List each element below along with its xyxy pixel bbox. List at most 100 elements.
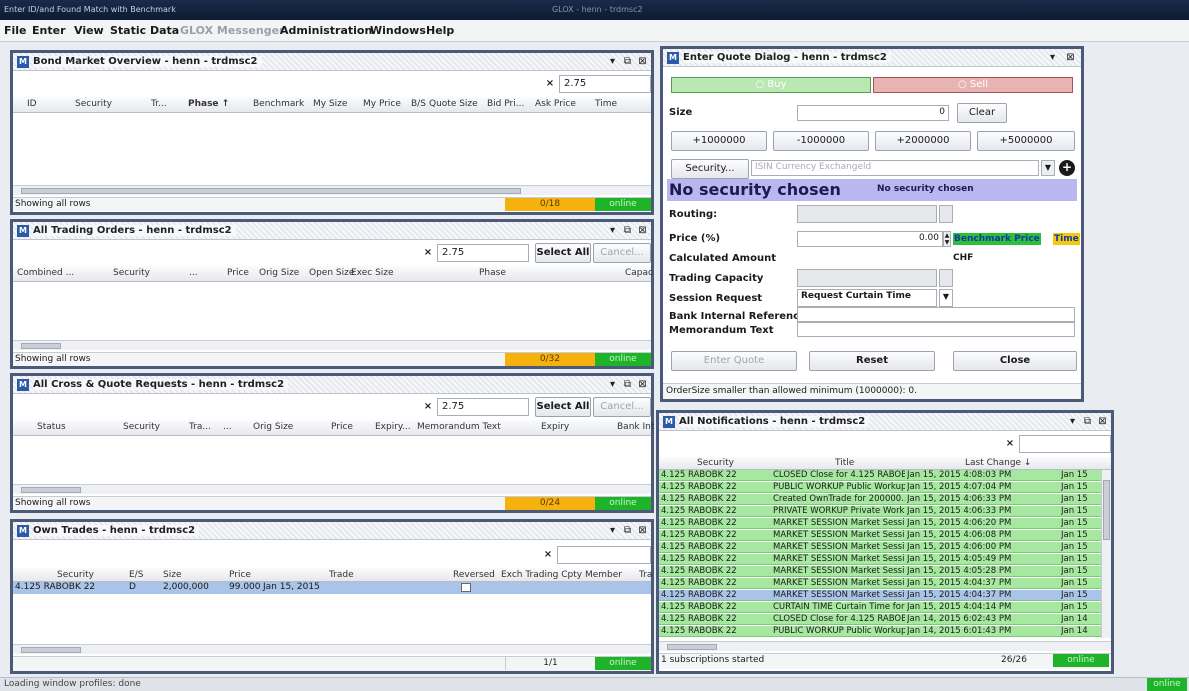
menu-administration[interactable]: Administration [280, 24, 372, 37]
table-row[interactable]: 4.125 RABOBK 22 MARKET SESSION Market Ses… [659, 590, 1101, 601]
column-header[interactable]: Price [331, 422, 353, 432]
column-header[interactable]: B/S [411, 99, 426, 109]
table-row[interactable]: 4.125 RABOBK 22 D 2,000,000 99.000 Jan 1… [13, 582, 651, 594]
close-icon[interactable]: ⊠ [1096, 415, 1109, 428]
table-row[interactable]: 4.125 RABOBK 22 MARKET SESSION Market Ses… [659, 554, 1101, 565]
column-header[interactable]: Open Size [309, 268, 354, 278]
clear-filter-icon[interactable]: × [541, 546, 555, 564]
increment-button[interactable]: +1000000 [671, 131, 767, 151]
minimize-icon[interactable]: ▾ [606, 378, 619, 391]
column-header[interactable]: Exch Trading Cpty Member [501, 570, 622, 580]
clear-button[interactable]: Clear [957, 103, 1007, 123]
column-header[interactable]: Ask Price [535, 99, 576, 109]
dropdown-arrow-icon[interactable] [939, 269, 953, 287]
security-button[interactable]: Security... [671, 159, 749, 179]
table-row[interactable]: 4.125 RABOBK 22 MARKET SESSION Market Ses… [659, 530, 1101, 541]
minimize-icon[interactable]: ▾ [1046, 51, 1059, 64]
select-all-button[interactable]: Select All [535, 397, 591, 417]
detach-icon[interactable]: ⧉ [1081, 415, 1094, 428]
column-header[interactable]: Orig Size [259, 268, 299, 278]
column-header[interactable]: Security [697, 458, 734, 468]
buy-toggle[interactable]: ○ Buy [671, 77, 871, 93]
column-header[interactable]: Phase [479, 268, 506, 278]
table-row[interactable]: 4.125 RABOBK 22 CLOSED Close for 4.125 RA… [659, 470, 1101, 481]
scroll-thumb[interactable] [21, 188, 521, 194]
add-icon[interactable]: + [1059, 160, 1075, 176]
increment-button[interactable]: +2000000 [875, 131, 971, 151]
menu-windows[interactable]: Windows [370, 24, 426, 37]
chevron-down-icon[interactable]: ▼ [1041, 160, 1055, 176]
column-header[interactable]: Tra... [189, 422, 211, 432]
column-header[interactable]: Benchmark [253, 99, 304, 109]
minimize-icon[interactable]: ▾ [1066, 415, 1079, 428]
menu-view[interactable]: View [74, 24, 104, 37]
filter-input[interactable]: 2.75 [437, 244, 529, 262]
increment-button[interactable]: +5000000 [977, 131, 1075, 151]
horizontal-scrollbar[interactable] [659, 641, 1111, 651]
vertical-scrollbar[interactable] [1101, 470, 1111, 638]
column-header[interactable]: Orig Size [253, 422, 293, 432]
table-row[interactable]: 4.125 RABOBK 22 Created OwnTrade for 2000… [659, 494, 1101, 505]
sell-toggle[interactable]: ○ Sell [873, 77, 1073, 93]
reset-button[interactable]: Reset [809, 351, 935, 371]
decrement-button[interactable]: -1000000 [773, 131, 869, 151]
filter-input[interactable] [557, 546, 651, 564]
menu-enter[interactable]: Enter [32, 24, 66, 37]
column-header[interactable]: Title [835, 458, 854, 468]
chevron-down-icon[interactable]: ▼ [939, 289, 953, 307]
scroll-thumb[interactable] [21, 343, 61, 349]
close-button[interactable]: Close [953, 351, 1077, 371]
column-header[interactable]: Trade [329, 570, 354, 580]
close-icon[interactable]: ⊠ [636, 378, 649, 391]
size-input[interactable]: 0 [797, 105, 949, 121]
table-row[interactable]: 4.125 RABOBK 22 MARKET SESSION Market Ses… [659, 578, 1101, 589]
column-header[interactable]: ... [189, 268, 198, 278]
column-header[interactable]: Exec Size [351, 268, 394, 278]
table-row[interactable]: 4.125 RABOBK 22 CLOSED Close for 4.125 RA… [659, 614, 1101, 625]
column-header[interactable]: Tra [639, 570, 652, 580]
table-row[interactable]: 4.125 RABOBK 22 MARKET SESSION Market Ses… [659, 542, 1101, 553]
column-header[interactable]: Combined ... [17, 268, 74, 278]
time-badge[interactable]: Time [1053, 233, 1080, 245]
column-header[interactable]: Size [163, 570, 181, 580]
column-header[interactable]: Quote Size [429, 99, 478, 109]
clear-filter-icon[interactable]: × [421, 398, 435, 416]
column-header[interactable]: Time [595, 99, 617, 109]
detach-icon[interactable]: ⧉ [621, 55, 634, 68]
column-header[interactable]: Security [57, 570, 94, 580]
column-header[interactable]: Security [75, 99, 112, 109]
trading-capacity-select[interactable] [797, 269, 937, 287]
filter-input[interactable]: 2.75 [559, 75, 651, 93]
benchmark-price-badge[interactable]: Benchmark Price [953, 233, 1041, 245]
table-row[interactable]: 4.125 RABOBK 22 PUBLIC WORKUP Public Work… [659, 482, 1101, 493]
table-row[interactable]: 4.125 RABOBK 22 MARKET SESSION Market Ses… [659, 566, 1101, 577]
column-header[interactable]: E/S [129, 570, 143, 580]
column-header[interactable]: Last Change ↓ [965, 458, 1031, 468]
column-header[interactable]: My Price [363, 99, 401, 109]
menu-static-data[interactable]: Static Data [110, 24, 179, 37]
select-all-button[interactable]: Select All [535, 243, 591, 263]
scroll-thumb[interactable] [1103, 480, 1110, 540]
scroll-thumb[interactable] [21, 647, 81, 653]
column-header[interactable]: Memorandum Text [417, 422, 501, 432]
clear-filter-icon[interactable]: × [421, 244, 435, 262]
menu-file[interactable]: File [4, 24, 27, 37]
table-row[interactable]: 4.125 RABOBK 22 MARKET SESSION Market Ses… [659, 518, 1101, 529]
table-row[interactable]: 4.125 RABOBK 22 PUBLIC WORKUP Public Work… [659, 626, 1101, 637]
column-header[interactable]: ID [27, 99, 37, 109]
column-header[interactable]: ... [223, 422, 232, 432]
horizontal-scrollbar[interactable] [13, 644, 651, 654]
column-header[interactable]: Price [229, 570, 251, 580]
enter-quote-button[interactable]: Enter Quote [671, 351, 797, 371]
column-header[interactable]: Capac [625, 268, 653, 278]
bank-ref-input[interactable] [797, 307, 1075, 322]
column-header[interactable]: Expiry... [375, 422, 411, 432]
column-header[interactable]: Status [37, 422, 66, 432]
price-input[interactable]: 0.00 [797, 231, 943, 247]
close-icon[interactable]: ⊠ [636, 224, 649, 237]
session-request-select[interactable]: Request Curtain Time [797, 289, 937, 307]
column-header[interactable]: Security [113, 268, 150, 278]
horizontal-scrollbar[interactable] [13, 484, 651, 494]
column-header[interactable]: Reversed [453, 570, 495, 580]
dropdown-arrow-icon[interactable] [939, 205, 953, 223]
